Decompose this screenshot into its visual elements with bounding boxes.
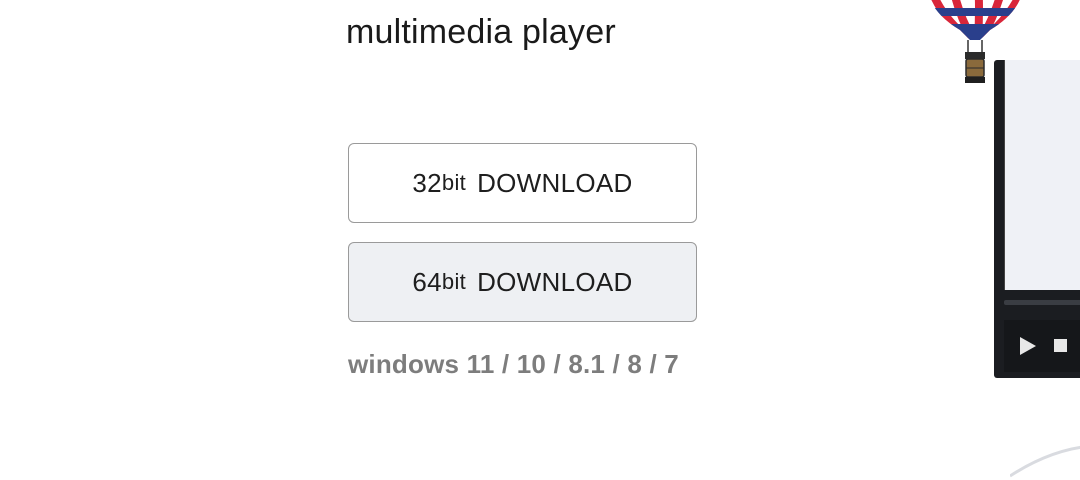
player-window-preview	[994, 60, 1080, 378]
download-32bit-suffix: bit	[441, 170, 467, 195]
stop-icon	[1054, 339, 1067, 352]
download-32bit-button[interactable]: 32 bit DOWNLOAD	[348, 143, 697, 223]
download-32bit-bits: 32	[412, 167, 442, 198]
download-64bit-suffix: bit	[441, 269, 467, 294]
download-64bit-button[interactable]: 64 bit DOWNLOAD	[348, 242, 697, 322]
download-64bit-label: DOWNLOAD	[477, 266, 633, 297]
decorative-swoosh	[1010, 445, 1080, 478]
download-32bit-label: DOWNLOAD	[477, 167, 633, 198]
os-compatibility-text: windows 11 / 10 / 8.1 / 8 / 7	[348, 349, 679, 379]
player-video-area	[1004, 60, 1080, 290]
player-seekbar	[1004, 300, 1080, 305]
play-icon	[1020, 337, 1036, 355]
product-subtitle: multimedia player	[346, 13, 616, 51]
player-controls-bar	[1004, 320, 1080, 372]
download-64bit-bits: 64	[412, 266, 442, 297]
